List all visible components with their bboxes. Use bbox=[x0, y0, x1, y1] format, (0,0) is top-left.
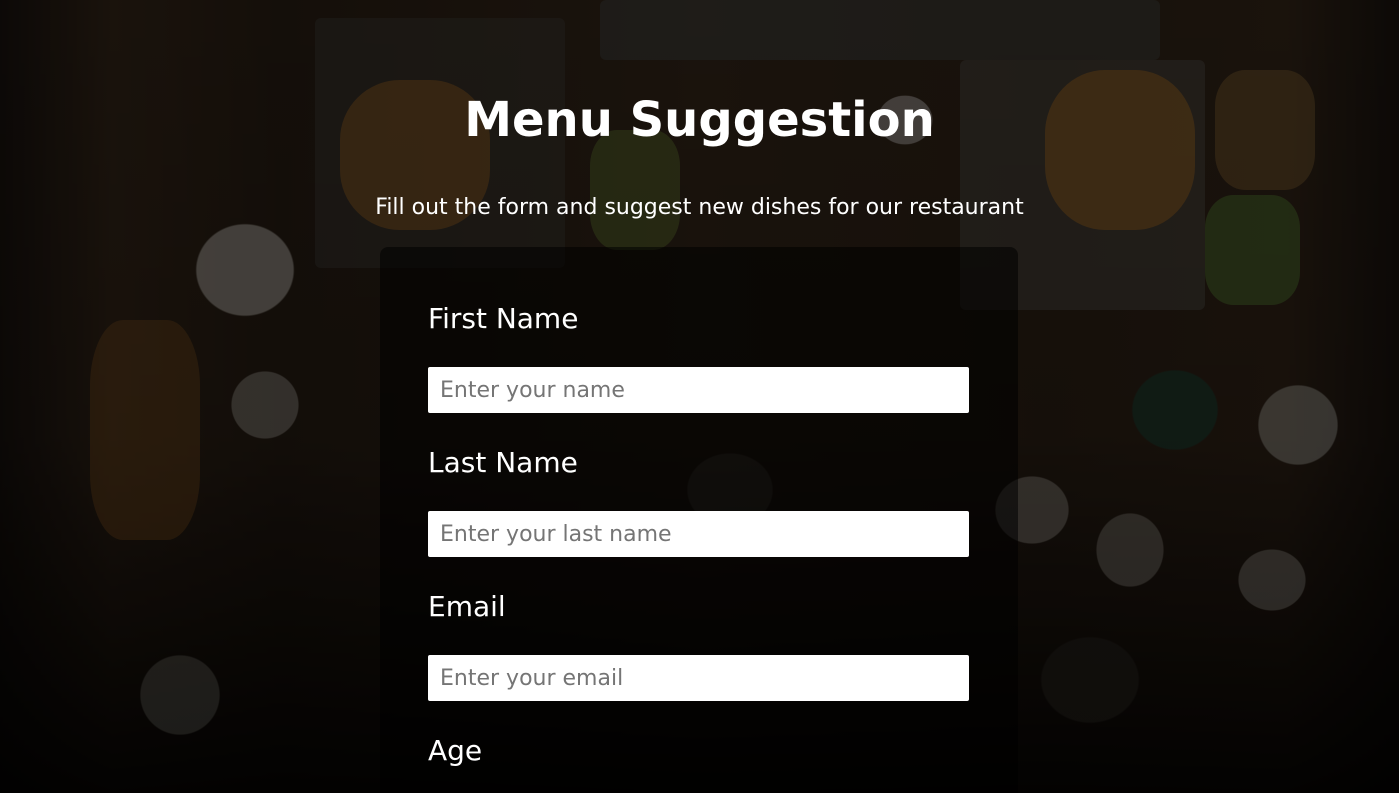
email-label: Email bbox=[428, 590, 506, 623]
suggestion-form: First Name Last Name Email Age bbox=[380, 247, 1018, 793]
last-name-input[interactable] bbox=[428, 511, 969, 557]
email-input[interactable] bbox=[428, 655, 969, 701]
page-title: Menu Suggestion bbox=[464, 92, 935, 148]
first-name-input[interactable] bbox=[428, 367, 969, 413]
age-label: Age bbox=[428, 734, 483, 767]
page-content: Menu Suggestion Fill out the form and su… bbox=[0, 0, 1399, 793]
page-subtitle: Fill out the form and suggest new dishes… bbox=[375, 195, 1024, 220]
last-name-label: Last Name bbox=[428, 446, 578, 479]
first-name-label: First Name bbox=[428, 302, 579, 335]
